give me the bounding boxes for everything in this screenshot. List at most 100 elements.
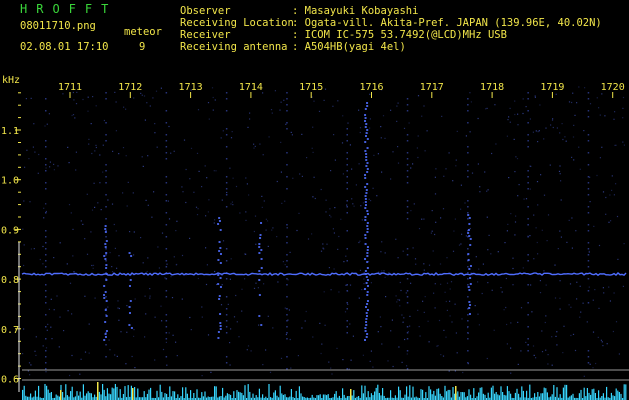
noise-speckle (158, 267, 160, 269)
noise-speckle (379, 316, 381, 318)
noise-speckle (246, 349, 248, 351)
noise-speckle (43, 217, 45, 219)
level-bar (57, 395, 59, 400)
level-bar (583, 387, 585, 400)
level-bar (542, 393, 544, 400)
noise-speckle (543, 138, 545, 140)
noise-speckle (30, 364, 32, 366)
level-bar (281, 393, 283, 400)
level-bar (284, 394, 286, 400)
level-bar (225, 395, 227, 400)
noise-speckle (402, 321, 404, 323)
noise-speckle (545, 284, 547, 286)
level-bar (438, 388, 440, 400)
noise-speckle (346, 204, 348, 206)
noise-speckle (50, 326, 52, 328)
echo-speck (219, 286, 222, 288)
dot-column-speck (467, 176, 469, 178)
echo-speck (364, 126, 367, 128)
noise-speckle (34, 350, 36, 352)
echo-speck (366, 333, 369, 335)
noise-speckle (23, 264, 25, 267)
noise-speckle (598, 307, 600, 309)
noise-speckle (320, 188, 322, 191)
noise-speckle (47, 323, 49, 325)
noise-speckle (622, 285, 624, 287)
noise-speckle (29, 201, 31, 203)
noise-speckle (434, 193, 437, 195)
level-bar (394, 395, 396, 400)
level-bar (441, 396, 443, 400)
noise-speckle (115, 230, 117, 232)
echo-speck (364, 186, 367, 188)
noise-speckle (330, 216, 332, 218)
level-bar (586, 388, 588, 400)
echo-speck (468, 235, 471, 237)
noise-speckle (82, 223, 84, 225)
echo-speck (366, 183, 369, 185)
level-bar (86, 393, 88, 400)
noise-speckle (269, 371, 272, 373)
noise-speckle (358, 241, 360, 244)
noise-speckle (446, 282, 449, 284)
noise-speckle (448, 370, 450, 372)
level-bar (71, 386, 73, 400)
noise-speckle (97, 202, 99, 204)
noise-speckle (229, 167, 231, 169)
level-bar (252, 393, 254, 400)
noise-speckle (543, 194, 546, 196)
level-bar (180, 396, 182, 400)
echo-speck (366, 279, 369, 281)
level-bar (38, 385, 40, 400)
noise-speckle (368, 198, 370, 200)
noise-speckle (350, 359, 352, 361)
dot-column-speck (467, 146, 469, 148)
level-peak (455, 386, 457, 400)
noise-speckle (312, 196, 314, 198)
noise-speckle (516, 158, 519, 160)
level-bar (78, 395, 80, 400)
noise-speckle (361, 289, 363, 291)
noise-speckle (478, 268, 480, 270)
dot-column-speck (165, 236, 168, 238)
level-bar (476, 396, 478, 400)
dot-column-speck (346, 164, 348, 166)
noise-speckle (248, 194, 250, 196)
noise-speckle (87, 96, 89, 98)
dot-column-speck (346, 332, 348, 334)
dot-column-speck (527, 344, 529, 346)
level-bar (55, 394, 57, 400)
noise-speckle (455, 165, 457, 167)
noise-speckle (262, 154, 264, 156)
dot-column-speck (45, 230, 47, 232)
dot-column-speck (105, 254, 107, 256)
dot-column-speck (165, 140, 168, 142)
noise-speckle (359, 240, 361, 242)
echo-speck (364, 339, 367, 341)
dot-column-speck (527, 146, 529, 148)
noise-speckle (347, 303, 349, 305)
noise-speckle (193, 191, 195, 193)
noise-speckle (554, 297, 557, 299)
noise-speckle (143, 95, 146, 97)
dot-column-speck (406, 296, 409, 298)
level-bar (50, 392, 52, 400)
noise-speckle (72, 228, 74, 230)
noise-speckle (523, 198, 525, 200)
level-bar (490, 387, 492, 400)
echo-speck (366, 138, 369, 140)
noise-speckle (329, 208, 331, 210)
level-bar (98, 391, 100, 400)
level-bar (510, 393, 512, 400)
level-bar (302, 396, 304, 400)
noise-speckle (196, 214, 199, 216)
dot-column-speck (527, 284, 529, 286)
noise-speckle (450, 281, 453, 283)
level-bar (614, 396, 616, 400)
dot-column-speck (467, 152, 469, 154)
level-bar (606, 386, 608, 400)
noise-speckle (419, 335, 421, 337)
dot-column-speck (527, 260, 529, 262)
noise-speckle (423, 263, 425, 265)
noise-speckle (615, 321, 618, 323)
